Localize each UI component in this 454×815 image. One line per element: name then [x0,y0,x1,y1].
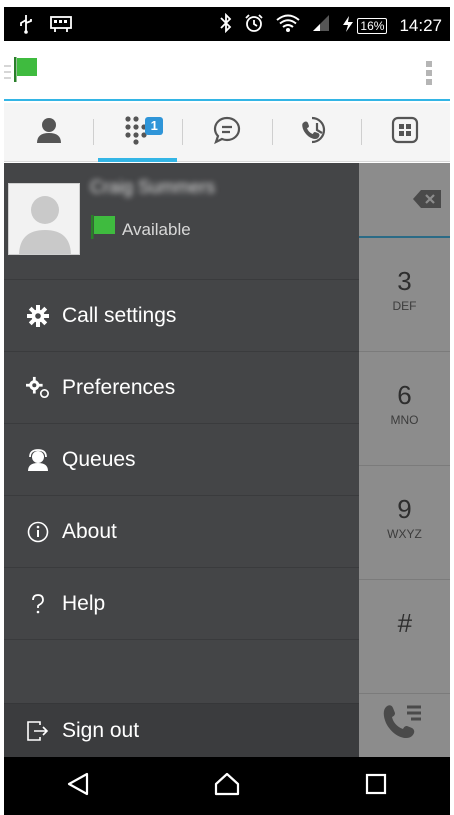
wifi-icon [276,13,301,38]
status-time: 14:27 [399,15,442,35]
menu-item-call-settings[interactable]: Call settings [4,279,359,351]
tab-directory[interactable] [360,103,450,161]
agent-icon [26,448,50,472]
menu-item-label: Call settings [62,303,177,327]
info-icon [26,520,50,544]
menu-item-preferences[interactable]: Preferences [4,351,359,423]
battery-percent: 16% [357,17,388,34]
bluetooth-icon [220,12,232,38]
recents-button[interactable] [346,766,406,806]
dial-key-3[interactable]: 3 DEF [359,267,450,313]
charging-icon [342,15,354,36]
flag-icon[interactable] [13,57,38,82]
dial-key-hash[interactable]: # [359,609,450,637]
tab-bar: 1 [4,103,450,162]
flag-icon [90,215,116,244]
home-button[interactable] [197,766,257,806]
menu-item-queues[interactable]: Queues [4,423,359,495]
menu-item-label: About [62,519,117,543]
dial-key-number: 6 [397,380,412,410]
menu-item-help[interactable]: Help [4,567,359,639]
battery-indicator: 16% [342,15,388,36]
gear-icon [26,304,50,328]
backspace-icon[interactable] [413,190,441,213]
gears-icon [26,376,50,400]
app-toolbar [4,41,450,101]
menu-item-label: Preferences [62,375,176,399]
back-icon [67,772,89,801]
presence-status[interactable]: Available [90,215,191,244]
tab-contacts[interactable] [4,103,93,161]
menu-divider [4,639,359,640]
user-name: Craig Summers [90,177,216,197]
overflow-menu-icon[interactable] [426,61,432,88]
hamburger-icon[interactable] [4,65,12,84]
app-frame: 16% 14:27 1 3 DEF 6 MNO 9 WXYZ # Craig S… [4,7,450,815]
menu-item-label: Help [62,591,106,615]
dial-key-letters: MNO [390,413,419,427]
dial-key-number: # [397,608,412,638]
menu-item-about[interactable]: About [4,495,359,567]
dial-key-number: 9 [397,494,412,524]
home-icon [214,772,240,801]
presence-label: Available [122,219,191,239]
notification-icon [50,15,72,38]
back-button[interactable] [48,766,108,806]
tab-chat[interactable] [182,103,271,161]
menu-item-label: Queues [62,447,136,471]
dial-key-9[interactable]: 9 WXYZ [359,495,450,541]
unread-badge: 1 [145,117,164,135]
system-nav-bar [4,757,450,815]
dial-key-number: 3 [397,266,412,296]
drawer-menu: Call settings Preferences Queues About H… [4,279,359,640]
sign-out-button[interactable]: Sign out [4,703,359,757]
help-icon [26,592,50,616]
tab-dialpad[interactable]: 1 [93,103,182,162]
chat-icon [212,115,242,150]
navigation-drawer: Craig Summers Available Call settings Pr… [4,163,359,757]
dial-key-letters: DEF [392,299,417,313]
history-icon [300,115,332,150]
recents-icon [365,773,387,800]
sign-out-icon [26,719,50,743]
building-icon [390,115,420,150]
sign-out-label: Sign out [62,718,140,742]
person-icon [35,116,63,149]
dial-key-letters: WXYZ [387,527,422,541]
avatar [8,183,80,255]
usb-icon [18,14,34,39]
call-list-icon[interactable] [381,703,425,748]
profile-header[interactable]: Craig Summers Available [4,163,359,278]
tab-history[interactable] [271,103,361,161]
status-bar: 16% 14:27 [4,7,450,41]
signal-icon [312,14,330,37]
dialpad-panel: 3 DEF 6 MNO 9 WXYZ # [359,163,450,757]
alarm-icon [244,13,264,38]
dial-key-6[interactable]: 6 MNO [359,381,450,427]
